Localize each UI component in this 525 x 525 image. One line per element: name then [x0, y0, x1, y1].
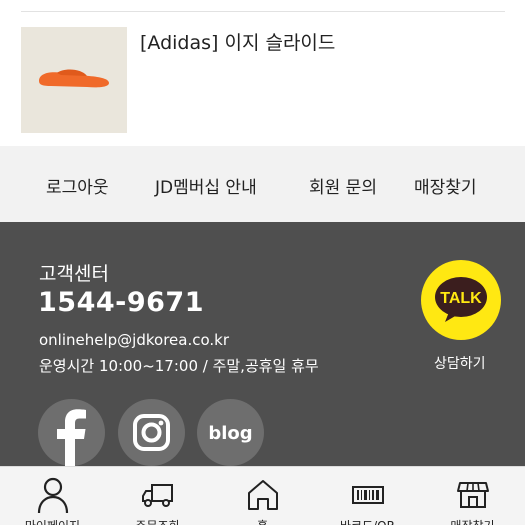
tab-home[interactable]: 홈	[210, 467, 315, 525]
tab-store-finder[interactable]: 매장찾기	[420, 467, 525, 525]
facebook-icon	[57, 409, 86, 466]
orange-slide-sandal-image	[39, 69, 109, 88]
business-hours: 운영시간 10:00~17:00 / 주말,공휴일 휴무	[39, 357, 319, 375]
product-name[interactable]: [Adidas] 이지 슬라이드	[140, 28, 335, 55]
footer: 고객센터 1544-9671 onlinehelp@jdkorea.co.kr …	[0, 222, 525, 472]
person-icon	[37, 477, 69, 513]
instagram-icon	[133, 414, 170, 451]
member-inquiry-link[interactable]: 회원 문의	[309, 173, 377, 198]
truck-icon	[142, 484, 173, 507]
top-divider	[21, 11, 505, 12]
tab-barcode-qr-label: 바코드/QR	[315, 517, 420, 525]
tab-mypage[interactable]: 마이페이지	[0, 467, 105, 525]
kakao-talk-icon: TALK	[435, 277, 487, 322]
account-links-bar: 로그아웃 JD멤버십 안내 회원 문의 매장찾기	[0, 146, 525, 222]
kakao-talk-text: TALK	[440, 290, 482, 307]
kakao-consult-label[interactable]: 상담하기	[434, 353, 486, 373]
blog-icon: blog	[208, 423, 252, 444]
customer-center-phone[interactable]: 1544-9671	[38, 287, 204, 318]
tab-order-lookup-label: 주문조회	[105, 517, 210, 525]
membership-info-link[interactable]: JD멤버십 안내	[155, 173, 257, 198]
instagram-button[interactable]	[118, 399, 185, 466]
tab-store-finder-label: 매장찾기	[420, 517, 525, 525]
store-icon	[457, 482, 489, 508]
tab-barcode-qr[interactable]: 바코드/QR	[315, 467, 420, 525]
barcode-icon	[352, 486, 384, 504]
tab-order-lookup[interactable]: 주문조회	[105, 467, 210, 525]
tab-mypage-label: 마이페이지	[0, 517, 105, 525]
facebook-button[interactable]	[38, 399, 105, 466]
tab-home-label: 홈	[210, 517, 315, 525]
store-finder-link[interactable]: 매장찾기	[414, 173, 477, 198]
kakao-talk-button[interactable]: TALK	[421, 260, 501, 340]
logout-link[interactable]: 로그아웃	[46, 173, 109, 198]
home-icon	[248, 480, 278, 510]
product-thumbnail[interactable]	[21, 27, 127, 133]
blog-icon-text: blog	[208, 423, 252, 444]
bottom-tab-bar: 마이페이지 주문조회 홈 바코드/QR	[0, 466, 525, 525]
customer-center-email[interactable]: onlinehelp@jdkorea.co.kr	[39, 331, 229, 349]
recent-product-item[interactable]: [Adidas] 이지 슬라이드	[21, 27, 505, 133]
blog-button[interactable]: blog	[197, 399, 264, 466]
customer-center-title: 고객센터	[39, 263, 109, 285]
